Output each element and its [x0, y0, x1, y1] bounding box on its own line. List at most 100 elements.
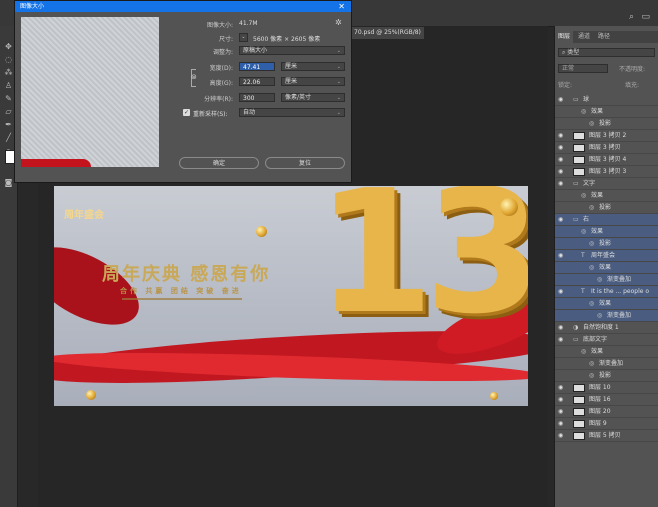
layer-name: 渐变叠加 [607, 276, 632, 283]
layer-thumbnail [573, 156, 585, 164]
layer-row[interactable]: ◎ 效果 [555, 226, 658, 238]
resolution-input[interactable]: 300 [239, 93, 275, 102]
resample-checkbox[interactable]: ✓ [183, 109, 190, 116]
eye-icon[interactable]: ◉ [558, 94, 563, 105]
folder-icon: ▭ [573, 336, 579, 343]
layer-thumbnail [573, 420, 585, 428]
width-input[interactable]: 47.41 [239, 62, 275, 71]
effect-icon: ◎ [581, 228, 587, 235]
layer-row[interactable]: ◎ 投影 [555, 118, 658, 130]
ok-button[interactable]: 确定 [179, 157, 259, 169]
height-unit-select[interactable]: 厘米 ⌄ [281, 77, 345, 86]
fit-to-select[interactable]: 原稿大小 ⌄ [239, 46, 345, 55]
layer-row[interactable]: ◎ 投影 [555, 238, 658, 250]
chevron-down-icon: ⌄ [336, 48, 341, 54]
move-tool-icon[interactable]: ✥ [4, 42, 13, 51]
document-tab[interactable]: 70.psd @ 25%(RGB/8)× [350, 27, 424, 39]
layer-row[interactable]: ◎ 效果 [555, 106, 658, 118]
resample-select[interactable]: 自动 ⌄ [239, 108, 345, 117]
effect-icon: ◎ [589, 300, 595, 307]
layer-row[interactable]: ◉ 图层 3 拷贝 4 [555, 154, 658, 166]
quick-mask-icon[interactable]: ◙ [4, 178, 13, 187]
reset-button[interactable]: 复位 [265, 157, 345, 169]
layer-thumbnail [573, 168, 585, 176]
tab-paths[interactable]: 路径 [595, 31, 613, 43]
eye-icon[interactable]: ◉ [558, 178, 563, 189]
layer-row[interactable]: ◉ 图层 20 [555, 406, 658, 418]
layer-row[interactable]: ◎ 渐变叠加 [555, 358, 658, 370]
layer-row[interactable]: ◉ 图层 9 [555, 418, 658, 430]
gear-icon[interactable]: ✲ [335, 18, 342, 27]
layer-name: 图层 3 拷贝 4 [589, 156, 627, 163]
image-preview[interactable] [21, 17, 159, 167]
pen-tool-icon[interactable]: ✒ [4, 120, 13, 129]
tab-layers[interactable]: 图层 [555, 31, 574, 43]
eye-icon[interactable]: ◉ [558, 394, 563, 405]
workspace-icon[interactable]: ▭ [641, 12, 650, 22]
layer-row[interactable]: ◉ ▭ 球 [555, 94, 658, 106]
eye-icon[interactable]: ◉ [558, 406, 563, 417]
layer-name: 图层 3 拷贝 3 [589, 168, 627, 175]
layer-name: 效果 [599, 300, 612, 307]
layer-thumbnail [573, 144, 585, 152]
fill-label: 填充: [625, 82, 640, 89]
layer-row[interactable]: ◉ ▭ 底部文字 [555, 334, 658, 346]
search-icon[interactable]: ⌕ [629, 12, 634, 22]
layer-row[interactable]: ◎ 效果 [555, 190, 658, 202]
line-tool-icon[interactable]: ╱ [4, 133, 13, 142]
layer-row[interactable]: ◉ ◑ 自然饱和度 1 [555, 322, 658, 334]
eye-icon[interactable]: ◉ [558, 430, 563, 441]
gold-ball [86, 390, 96, 400]
stamp-tool-icon[interactable]: ♙ [4, 81, 13, 90]
eye-icon[interactable]: ◉ [558, 142, 563, 153]
layer-row[interactable]: ◎ 投影 [555, 370, 658, 382]
brush-tool-icon[interactable]: ✎ [4, 94, 13, 103]
height-unit-value: 厘米 [285, 78, 298, 85]
eye-icon[interactable]: ◉ [558, 166, 563, 177]
banner-headline: 周年庆典 感恩有你 [102, 264, 271, 285]
canvas-artwork: 13 周年盛会 周年庆典 感恩有你 合作 共赢 团结 突破 奋进 [54, 186, 528, 406]
layer-filter-select[interactable]: ⌕ 类型 [558, 48, 655, 57]
layer-row[interactable]: ◉ 图层 10 [555, 382, 658, 394]
eye-icon[interactable]: ◉ [558, 322, 563, 333]
layer-row[interactable]: ◎ 投影 [555, 202, 658, 214]
lasso-tool-icon[interactable]: ◌ [4, 55, 13, 64]
magic-wand-tool-icon[interactable]: ⁂ [4, 68, 13, 77]
eye-icon[interactable]: ◉ [558, 286, 563, 297]
layer-row[interactable]: ◉ ▭ 右 [555, 214, 658, 226]
lock-label: 锁定: [558, 82, 573, 89]
chevron-down-icon[interactable]: ⌄ [239, 33, 248, 42]
layer-name: 效果 [591, 108, 604, 115]
eye-icon[interactable]: ◉ [558, 130, 563, 141]
layer-row[interactable]: ◎ 效果 [555, 346, 658, 358]
resolution-unit-select[interactable]: 像素/英寸 ⌄ [281, 93, 345, 102]
layer-row[interactable]: ◉ 图层 5 拷贝 [555, 430, 658, 442]
eye-icon[interactable]: ◉ [558, 382, 563, 393]
layer-row[interactable]: ◎ 渐变叠加 [555, 310, 658, 322]
tab-channels[interactable]: 通道 [575, 31, 593, 43]
layer-row[interactable]: ◎ 效果 [555, 298, 658, 310]
effect-icon: ◎ [589, 120, 595, 127]
layer-row[interactable]: ◉ 图层 16 [555, 394, 658, 406]
blend-mode-select[interactable]: 正常 [558, 64, 608, 73]
eye-icon[interactable]: ◉ [558, 214, 563, 225]
height-input[interactable]: 22.06 [239, 77, 275, 86]
width-unit-value: 厘米 [285, 63, 298, 70]
close-icon[interactable]: ✕ [338, 1, 345, 12]
layer-row[interactable]: ◉ 图层 3 拷贝 2 [555, 130, 658, 142]
layer-row[interactable]: ◉ ▭ 文字 [555, 178, 658, 190]
eye-icon[interactable]: ◉ [558, 250, 563, 261]
layer-row[interactable]: ◎ 效果 [555, 262, 658, 274]
resample-value: 自动 [243, 109, 256, 116]
layer-row[interactable]: ◉ T It is the ... people o [555, 286, 658, 298]
chevron-down-icon: ⌄ [336, 95, 341, 101]
layer-row[interactable]: ◉ T 周年盛会 [555, 250, 658, 262]
eye-icon[interactable]: ◉ [558, 154, 563, 165]
layer-row[interactable]: ◉ 图层 3 拷贝 3 [555, 166, 658, 178]
eye-icon[interactable]: ◉ [558, 334, 563, 345]
layer-row[interactable]: ◎ 渐变叠加 [555, 274, 658, 286]
layer-row[interactable]: ◉ 图层 3 拷贝 [555, 142, 658, 154]
eye-icon[interactable]: ◉ [558, 418, 563, 429]
width-unit-select[interactable]: 厘米 ⌄ [281, 62, 345, 71]
eraser-tool-icon[interactable]: ▱ [4, 107, 13, 116]
